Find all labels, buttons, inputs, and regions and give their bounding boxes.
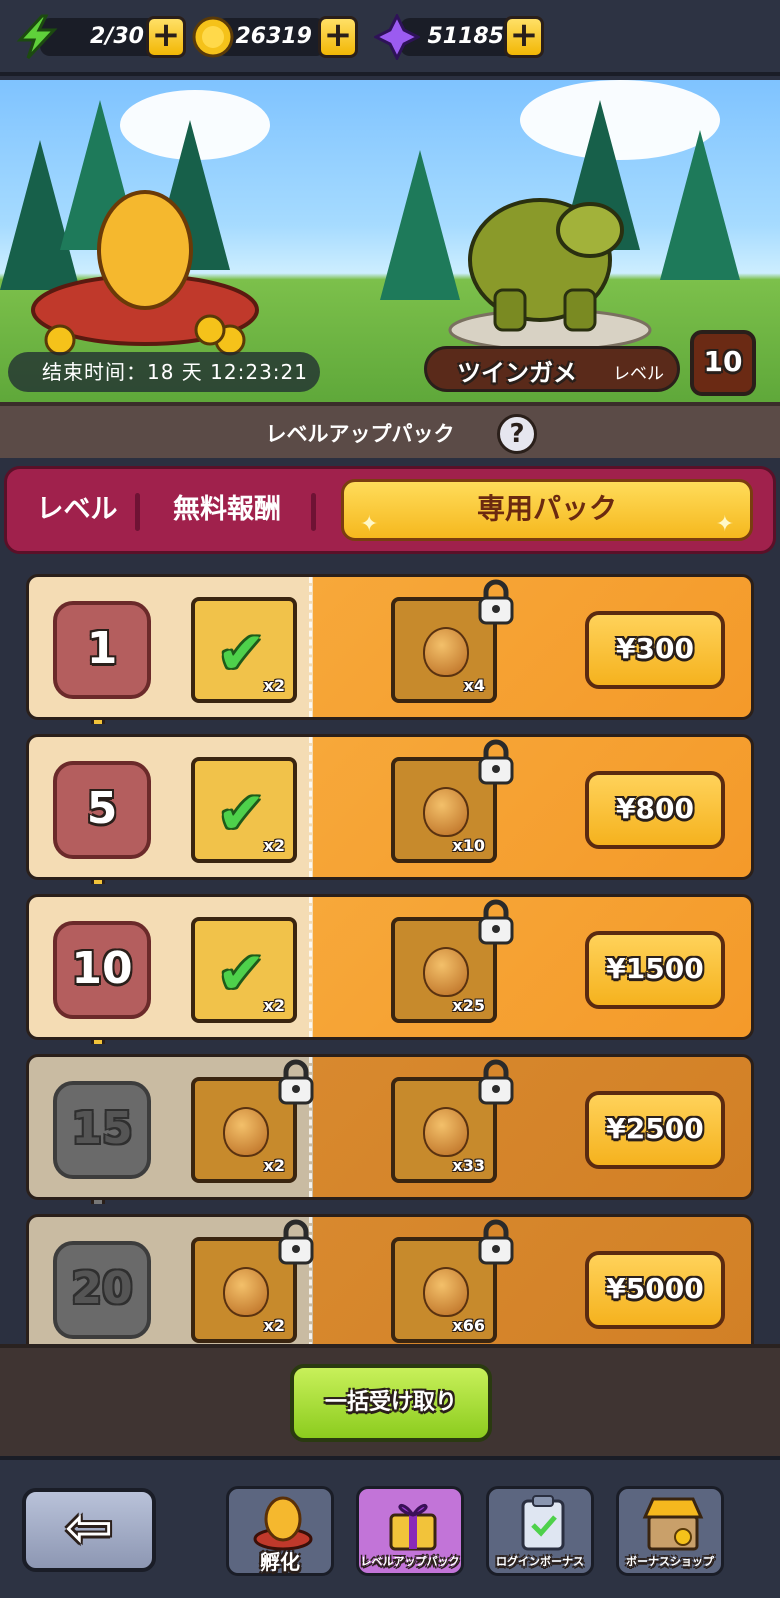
action-bar: 一括受け取り: [0, 1344, 780, 1456]
nav-bonus-shop[interactable]: ボーナスショップ: [616, 1486, 724, 1576]
level-number: 10: [53, 921, 151, 1019]
lock-icon: [278, 1059, 314, 1105]
tab-free-rewards[interactable]: 無料報酬: [147, 469, 307, 551]
clipboard-check-icon: [521, 1495, 565, 1551]
gem-counter: 51185 +: [374, 14, 548, 60]
spiky-egg-icon: [423, 1107, 469, 1157]
reward-row: 20 x2 x66 ¥5000: [26, 1214, 754, 1344]
free-reward-qty: x2: [263, 1156, 285, 1175]
free-reward-item[interactable]: ✔ x2: [191, 757, 297, 863]
section-header: レベルアップパック ?: [0, 402, 780, 458]
level-number: 1: [53, 601, 151, 699]
tab-bar: レベル 無料報酬 ✦ 専用パック ✦: [4, 466, 776, 554]
back-button[interactable]: ⇦: [22, 1488, 156, 1572]
free-reward-qty: x2: [263, 996, 285, 1015]
coin-icon: [192, 16, 234, 58]
paid-reward-qty: x66: [452, 1316, 485, 1335]
reward-row: 5 ✔ x2 x10 ¥800: [26, 734, 754, 880]
ticket-perforation: [309, 737, 315, 877]
help-button[interactable]: ?: [497, 414, 537, 454]
lock-icon: [278, 1219, 314, 1265]
reward-list[interactable]: 1 ✔ x2 x4 ¥300 5 ✔ x2 x10 ¥800 10 ✔ x2 x…: [0, 556, 780, 1344]
twin-turtle-monster-icon: [448, 198, 652, 350]
resource-bar: 2/30 + 26319 + 51185 +: [0, 0, 780, 76]
free-reward-item[interactable]: ✔ x2: [191, 597, 297, 703]
nav-login-bonus[interactable]: ログインボーナス: [486, 1486, 594, 1576]
lock-icon: [478, 1219, 514, 1265]
coin-counter: 26319 +: [190, 14, 360, 60]
ticket-perforation: [309, 577, 315, 717]
spiky-egg-icon: [423, 947, 469, 997]
checkmark-icon: ✔: [217, 779, 266, 847]
reward-row: 15 x2 x33 ¥2500: [26, 1054, 754, 1200]
paid-reward-qty: x33: [452, 1156, 485, 1175]
checkmark-icon: ✔: [217, 939, 266, 1007]
nav-bonus-shop-label: ボーナスショップ: [626, 1555, 714, 1568]
free-reward-qty: x2: [263, 1316, 285, 1335]
energy-counter: 2/30 +: [14, 14, 190, 60]
add-coins-button[interactable]: +: [318, 16, 358, 58]
monster-level-label: レベル: [613, 364, 664, 384]
spiky-egg-icon: [423, 1267, 469, 1317]
nav-login-bonus-label: ログインボーナス: [496, 1555, 584, 1568]
event-timer: 结束时间：18 天 12:23:21: [8, 352, 320, 392]
reward-row: 1 ✔ x2 x4 ¥300: [26, 574, 754, 720]
level-number: 20: [53, 1241, 151, 1339]
spiky-egg-icon: [423, 787, 469, 837]
buy-pack-button[interactable]: ¥1500: [585, 931, 725, 1009]
monster-name: ツインガメ: [457, 359, 577, 387]
free-reward-qty: x2: [263, 676, 285, 695]
lock-icon: [478, 739, 514, 785]
lightning-icon: [16, 14, 58, 60]
paid-reward-qty: x4: [463, 676, 485, 695]
paid-reward-qty: x25: [452, 996, 485, 1015]
add-energy-button[interactable]: +: [146, 16, 186, 58]
bottom-nav: ⇦ 孵化 レベルアップパック ログインボーナス ボーナスショップ: [0, 1456, 780, 1598]
checkmark-icon: ✔: [217, 619, 266, 687]
lock-icon: [478, 1059, 514, 1105]
lock-icon: [478, 579, 514, 625]
free-reward-qty: x2: [263, 836, 285, 855]
tab-level[interactable]: レベル: [17, 469, 137, 551]
nav-hatch-label: 孵化: [260, 1550, 300, 1574]
add-gems-button[interactable]: +: [504, 16, 544, 58]
nav-levelup-pack[interactable]: レベルアップパック: [356, 1486, 464, 1576]
level-number: 15: [53, 1081, 151, 1179]
free-reward-item[interactable]: ✔ x2: [191, 917, 297, 1023]
buy-pack-button[interactable]: ¥2500: [585, 1091, 725, 1169]
section-title: レベルアップパック: [265, 422, 455, 446]
spiky-egg-icon: [223, 1267, 269, 1317]
buy-pack-button[interactable]: ¥5000: [585, 1251, 725, 1329]
reward-row: 10 ✔ x2 x25 ¥1500: [26, 894, 754, 1040]
sparkle-icon: ✦: [715, 512, 734, 537]
shop-stall-icon: [642, 1497, 704, 1551]
lock-icon: [478, 899, 514, 945]
monster-level-badge: 10: [690, 330, 756, 396]
claim-all-button[interactable]: 一括受け取り: [290, 1364, 492, 1442]
tab-divider: [311, 493, 316, 531]
spiky-egg-icon: [223, 1107, 269, 1157]
gift-box-icon: [389, 1504, 437, 1551]
egg-cushion-icon: [253, 1496, 313, 1551]
spiky-egg-icon: [423, 627, 469, 677]
paid-reward-qty: x10: [452, 836, 485, 855]
event-banner: 结束时间：18 天 12:23:21 ツインガメ レベル 10: [0, 80, 780, 402]
ticket-perforation: [309, 897, 315, 1037]
tree: [660, 130, 740, 280]
nav-levelup-pack-label: レベルアップパック: [360, 1555, 460, 1568]
sparkle-icon: ✦: [360, 512, 379, 537]
tab-exclusive-pack-label: 専用パック: [476, 492, 617, 525]
egg-on-cushion-icon: [31, 190, 259, 356]
gem-icon: [374, 14, 420, 60]
level-number: 5: [53, 761, 151, 859]
monster-name-plate: ツインガメ レベル: [424, 346, 680, 392]
buy-pack-button[interactable]: ¥800: [585, 771, 725, 849]
tab-divider: [135, 493, 140, 531]
nav-hatch[interactable]: 孵化: [226, 1486, 334, 1576]
tab-exclusive-pack[interactable]: ✦ 専用パック ✦: [341, 479, 753, 541]
buy-pack-button[interactable]: ¥300: [585, 611, 725, 689]
